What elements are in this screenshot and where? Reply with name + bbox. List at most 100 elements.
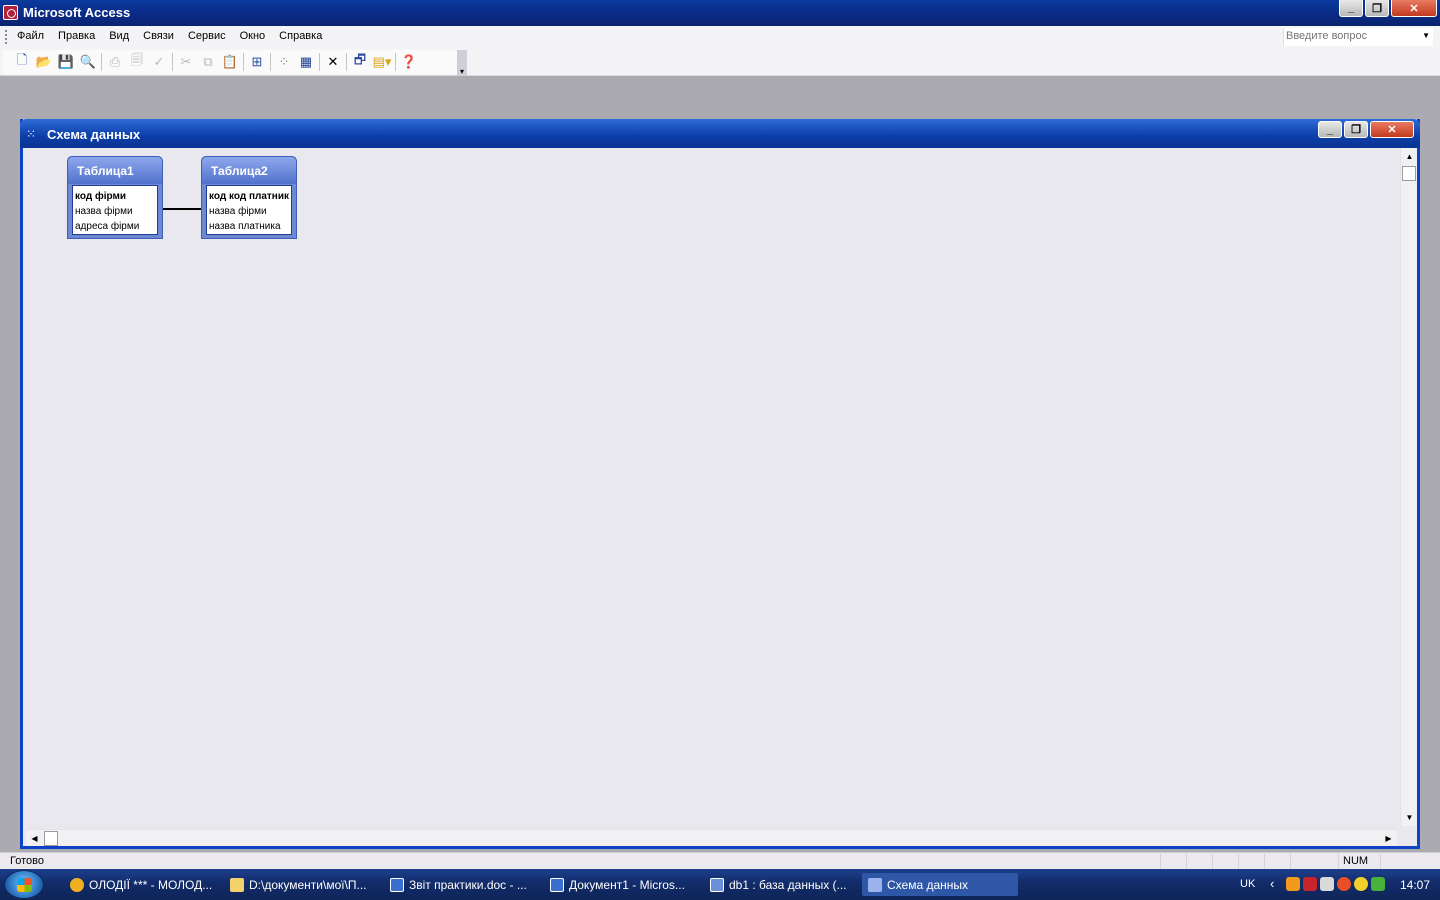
new-icon[interactable]: 🗋	[11, 52, 33, 72]
table-field[interactable]: назва фірми	[73, 204, 157, 219]
scroll-right-icon[interactable]: ▶	[1380, 830, 1397, 847]
status-cell	[1160, 854, 1161, 869]
menu-view[interactable]: Вид	[102, 30, 136, 42]
standard-toolbar: 🗋 📂 💾 🔍 ⎙ 🗐 ✓ ✂ ⧉ 📋 ⊞ ⁘ ▦ ✕ 🗗 ▤▾ ❓ ▾	[0, 48, 1440, 76]
toolbar-separator	[270, 53, 271, 71]
table-card-title[interactable]: Таблица1	[68, 157, 162, 184]
child-minimize-button[interactable]: _	[1318, 121, 1342, 138]
relationships-window: ⁙ Схема данных _ ❐ ✕ Таблица1 код фірми …	[20, 119, 1420, 849]
print-icon[interactable]: ⎙	[104, 52, 126, 72]
browser-icon	[70, 877, 84, 892]
toolbar-separator	[172, 53, 173, 71]
table-field[interactable]: адреса фірми	[73, 219, 157, 234]
scroll-up-icon[interactable]: ▲	[1401, 148, 1418, 165]
relationships-icon[interactable]: ⁙	[26, 127, 36, 141]
open-icon[interactable]: 📂	[33, 52, 55, 72]
database-window-icon[interactable]: 🗗	[349, 52, 371, 72]
scroll-left-icon[interactable]: ◀	[26, 830, 43, 847]
status-text: Готово	[10, 855, 44, 867]
menu-relationships[interactable]: Связи	[136, 30, 181, 42]
taskbar-item-label: Документ1 - Micros...	[569, 877, 685, 892]
vertical-scroll-thumb[interactable]	[1402, 166, 1416, 181]
taskbar-item[interactable]: ОЛОДІЇ *** - МОЛОД...	[64, 873, 214, 896]
antivirus-icon[interactable]	[1303, 877, 1317, 891]
table-field[interactable]: назва фірми	[207, 204, 291, 219]
taskbar: ОЛОДІЇ *** - МОЛОД... D:\документи\мої\П…	[0, 869, 1440, 900]
restore-button[interactable]: ❐	[1365, 0, 1389, 17]
close-button[interactable]: ✕	[1391, 0, 1437, 17]
table-field-list[interactable]: код фірми назва фірми адреса фірми	[72, 185, 158, 235]
toolbar-options-icon[interactable]: ▾	[457, 50, 467, 76]
show-table-icon[interactable]: ⊞	[246, 52, 268, 72]
delete-icon[interactable]: ✕	[322, 52, 344, 72]
app-title: Microsoft Access	[23, 5, 131, 20]
table-field-list[interactable]: код код платник назва фірми назва платни…	[206, 185, 292, 235]
status-cell	[1238, 854, 1239, 869]
media-player-icon[interactable]	[1286, 877, 1300, 891]
taskbar-item-active[interactable]: Схема данных	[862, 873, 1018, 896]
copy-icon[interactable]: ⧉	[197, 52, 219, 72]
relationships-window-title-bar: ⁙ Схема данных _ ❐ ✕	[20, 119, 1420, 148]
vertical-scrollbar[interactable]: ▲ ▼	[1400, 148, 1417, 826]
folder-icon	[230, 877, 244, 892]
start-button[interactable]	[4, 870, 44, 899]
help-icon[interactable]: ❓	[398, 52, 420, 72]
taskbar-item[interactable]: Документ1 - Micros...	[544, 873, 696, 896]
horizontal-scrollbar[interactable]: ◀ ▶	[26, 829, 1397, 846]
menu-grip[interactable]	[5, 30, 7, 44]
preview-icon[interactable]: 🗐	[126, 52, 148, 72]
menu-edit[interactable]: Правка	[51, 30, 102, 42]
ask-question-input[interactable]	[1284, 28, 1412, 44]
all-relationships-icon[interactable]: ▦	[295, 52, 317, 72]
table-card-1[interactable]: Таблица1 код фірми назва фірми адреса фі…	[67, 156, 163, 239]
child-restore-button[interactable]: ❐	[1344, 121, 1368, 138]
taskbar-item[interactable]: db1 : база данных (...	[704, 873, 856, 896]
chevron-left-icon[interactable]: ‹	[1270, 876, 1274, 891]
save-icon[interactable]: 💾	[55, 52, 77, 72]
menu-tools[interactable]: Сервис	[181, 30, 233, 42]
paste-icon[interactable]: 📋	[219, 52, 241, 72]
menu-help[interactable]: Справка	[272, 30, 329, 42]
taskbar-item-label: Схема данных	[887, 877, 969, 892]
table-field[interactable]: код фірми	[73, 189, 157, 204]
access-app-icon[interactable]	[3, 5, 18, 20]
new-object-icon[interactable]: ▤▾	[371, 52, 393, 72]
taskbar-item[interactable]: D:\документи\мої\П...	[224, 873, 376, 896]
horizontal-scroll-thumb[interactable]	[44, 831, 58, 846]
tools-icon[interactable]	[1320, 877, 1334, 891]
taskbar-item-label: Звіт практики.doc - ...	[409, 877, 527, 892]
toolbar-separator	[346, 53, 347, 71]
table-card-title[interactable]: Таблица2	[202, 157, 296, 184]
messenger-icon[interactable]	[1337, 877, 1351, 891]
relationship-line[interactable]	[163, 208, 202, 210]
direct-relationships-icon[interactable]: ⁘	[273, 52, 295, 72]
status-cell	[1338, 854, 1339, 869]
menu-window[interactable]: Окно	[233, 30, 273, 42]
toolbar-separator	[319, 53, 320, 71]
status-bar: Готово NUM	[0, 852, 1440, 869]
menu-file[interactable]: Файл	[10, 30, 51, 42]
smiley-icon[interactable]	[1354, 877, 1368, 891]
clock[interactable]: 14:07	[1400, 878, 1430, 892]
relationships-canvas[interactable]: Таблица1 код фірми назва фірми адреса фі…	[26, 148, 1397, 826]
toolbar-separator	[395, 53, 396, 71]
find-icon[interactable]: 🔍	[77, 52, 99, 72]
scroll-down-icon[interactable]: ▼	[1401, 809, 1418, 826]
table-field[interactable]: назва платника	[207, 219, 291, 234]
chevron-down-icon[interactable]: ▼	[1422, 31, 1430, 40]
taskbar-item[interactable]: Звіт практики.doc - ...	[384, 873, 536, 896]
cut-icon[interactable]: ✂	[175, 52, 197, 72]
window-controls: _ ❐ ✕	[1339, 0, 1437, 18]
word-icon	[390, 877, 404, 892]
minimize-button[interactable]: _	[1339, 0, 1363, 17]
num-lock-indicator: NUM	[1343, 855, 1369, 867]
relationships-window-title: Схема данных	[47, 127, 141, 142]
child-close-button[interactable]: ✕	[1370, 121, 1414, 138]
table-field[interactable]: код код платник	[207, 189, 291, 204]
taskbar-item-label: D:\документи\мої\П...	[249, 877, 367, 892]
chat-icon[interactable]	[1371, 877, 1385, 891]
language-indicator[interactable]: UK	[1240, 878, 1255, 890]
spelling-icon[interactable]: ✓	[148, 52, 170, 72]
database-icon	[710, 877, 724, 892]
table-card-2[interactable]: Таблица2 код код платник назва фірми наз…	[201, 156, 297, 239]
